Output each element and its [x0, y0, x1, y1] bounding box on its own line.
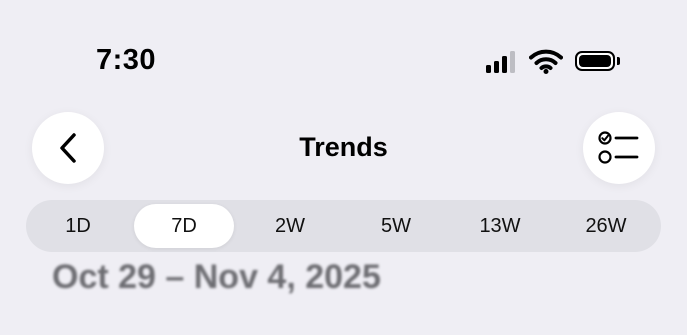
range-option-2w[interactable]: 2W: [240, 204, 340, 248]
navigation-bar: Trends: [0, 110, 687, 185]
options-button[interactable]: [583, 112, 655, 184]
range-option-5w[interactable]: 5W: [346, 204, 446, 248]
cellular-signal-icon: [486, 49, 515, 73]
range-option-26w[interactable]: 26W: [556, 204, 656, 248]
checklist-icon: [598, 131, 639, 164]
range-option-13w[interactable]: 13W: [450, 204, 550, 248]
status-time: 7:30: [96, 44, 157, 76]
range-option-1d[interactable]: 1D: [28, 204, 128, 248]
status-icons: [486, 48, 620, 74]
range-option-7d[interactable]: 7D: [134, 204, 234, 248]
date-range-label: Oct 29 – Nov 4, 2025: [52, 258, 381, 296]
wifi-icon: [529, 49, 563, 74]
status-bar: 7:30: [0, 0, 687, 110]
time-range-picker: 1D 7D 2W 5W 13W 26W: [26, 200, 661, 252]
battery-icon: [575, 51, 620, 71]
